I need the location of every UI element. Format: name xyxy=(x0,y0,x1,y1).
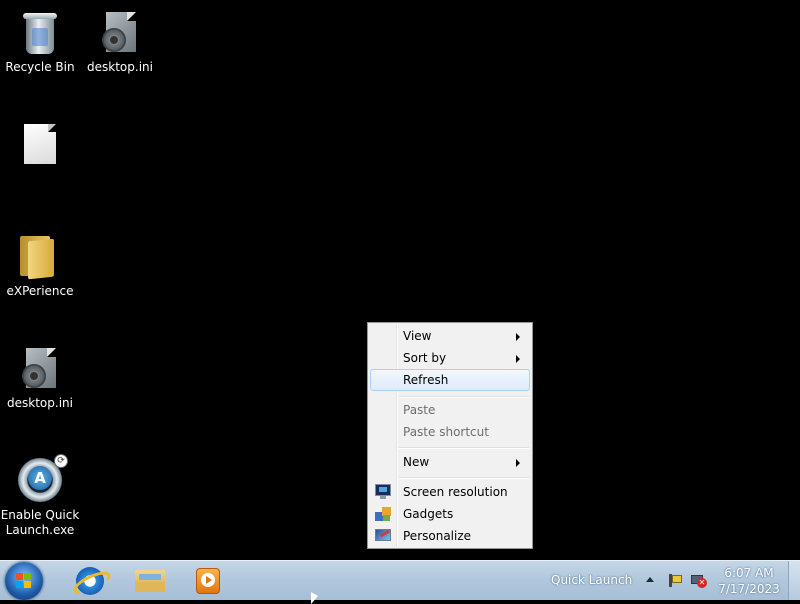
start-button[interactable] xyxy=(5,562,43,600)
clock-date: 7/17/2023 xyxy=(718,582,780,596)
monitor-icon xyxy=(375,484,391,499)
menu-item-refresh[interactable]: Refresh xyxy=(370,369,530,391)
menu-item-screen-resolution[interactable]: Screen resolution xyxy=(370,481,530,503)
desktop-icon-desktop-ini-2[interactable]: desktop.ini xyxy=(0,344,80,411)
submenu-arrow-icon xyxy=(516,333,520,341)
menu-item-label: Paste shortcut xyxy=(403,425,489,439)
desktop-icon-label: desktop.ini xyxy=(87,60,153,74)
desktop-context-menu: View Sort by Refresh Paste Paste shortcu… xyxy=(367,322,533,549)
desktop-icon-recycle-bin[interactable]: Recycle Bin xyxy=(0,8,80,75)
menu-item-new[interactable]: New xyxy=(370,451,530,473)
taskbar-button-file-explorer[interactable] xyxy=(122,563,176,599)
menu-item-paste-shortcut[interactable]: Paste shortcut xyxy=(370,421,530,443)
submenu-arrow-icon xyxy=(516,459,520,467)
quick-launch-toolbar-label[interactable]: Quick Launch xyxy=(551,573,632,587)
media-player-icon xyxy=(196,568,220,594)
submenu-arrow-icon xyxy=(516,355,520,363)
menu-item-personalize[interactable]: Personalize xyxy=(370,525,530,547)
menu-item-gadgets[interactable]: Gadgets xyxy=(370,503,530,525)
desktop-icon-label: Enable Quick Launch.exe xyxy=(0,508,80,537)
windows-start-icon xyxy=(16,573,32,589)
menu-item-label: Screen resolution xyxy=(403,485,508,499)
menu-item-label: Sort by xyxy=(403,351,447,365)
menu-item-sort-by[interactable]: Sort by xyxy=(370,347,530,369)
gadgets-icon xyxy=(375,506,391,521)
taskbar-button-internet-explorer[interactable] xyxy=(62,563,116,599)
show-desktop-button[interactable] xyxy=(788,561,800,600)
recycle-bin-icon xyxy=(16,8,64,56)
menu-item-label: Gadgets xyxy=(403,507,454,521)
menu-separator xyxy=(399,447,529,449)
menu-item-label: Paste xyxy=(403,403,436,417)
desktop-icon-label: Recycle Bin xyxy=(5,60,75,74)
internet-explorer-icon xyxy=(70,567,114,599)
desktop-icon-desktop-ini[interactable]: desktop.ini xyxy=(80,8,160,75)
menu-separator xyxy=(399,477,529,479)
settings-file-icon xyxy=(16,344,64,392)
quick-launch-app-icon: A ⟳ xyxy=(16,454,68,504)
menu-item-label: New xyxy=(403,455,430,469)
desktop[interactable]: Recycle Bin desktop.ini eXPerience deskt… xyxy=(0,0,800,560)
taskbar-button-media-player[interactable] xyxy=(180,563,234,599)
system-clock[interactable]: 6:07 AM 7/17/2023 xyxy=(716,565,782,597)
menu-item-label: Refresh xyxy=(403,373,449,387)
desktop-icon-label: eXPerience xyxy=(6,284,74,298)
blank-file-icon xyxy=(16,120,64,168)
desktop-icon-blank-file[interactable] xyxy=(0,120,80,172)
desktop-icon-enable-quick-launch[interactable]: A ⟳ Enable Quick Launch.exe xyxy=(0,454,80,538)
folder-icon xyxy=(16,232,64,280)
desktop-icon-label: desktop.ini xyxy=(7,396,73,410)
settings-file-icon xyxy=(96,8,144,56)
clock-time: 6:07 AM xyxy=(724,566,774,580)
file-explorer-icon xyxy=(135,570,165,592)
taskbar: Quick Launch 6:07 AM 7/17/2023 xyxy=(0,560,800,600)
network-disconnected-icon[interactable] xyxy=(690,573,707,589)
menu-item-label: View xyxy=(403,329,432,343)
menu-item-label: Personalize xyxy=(403,529,472,543)
menu-separator xyxy=(399,396,529,398)
personalize-icon xyxy=(375,528,391,543)
show-hidden-icons-arrow[interactable] xyxy=(646,577,654,582)
action-center-icon[interactable] xyxy=(667,573,683,589)
menu-item-paste[interactable]: Paste xyxy=(370,399,530,421)
menu-item-view[interactable]: View xyxy=(370,325,530,347)
desktop-icon-experience-folder[interactable]: eXPerience xyxy=(0,232,80,299)
mouse-cursor-icon xyxy=(311,592,318,604)
